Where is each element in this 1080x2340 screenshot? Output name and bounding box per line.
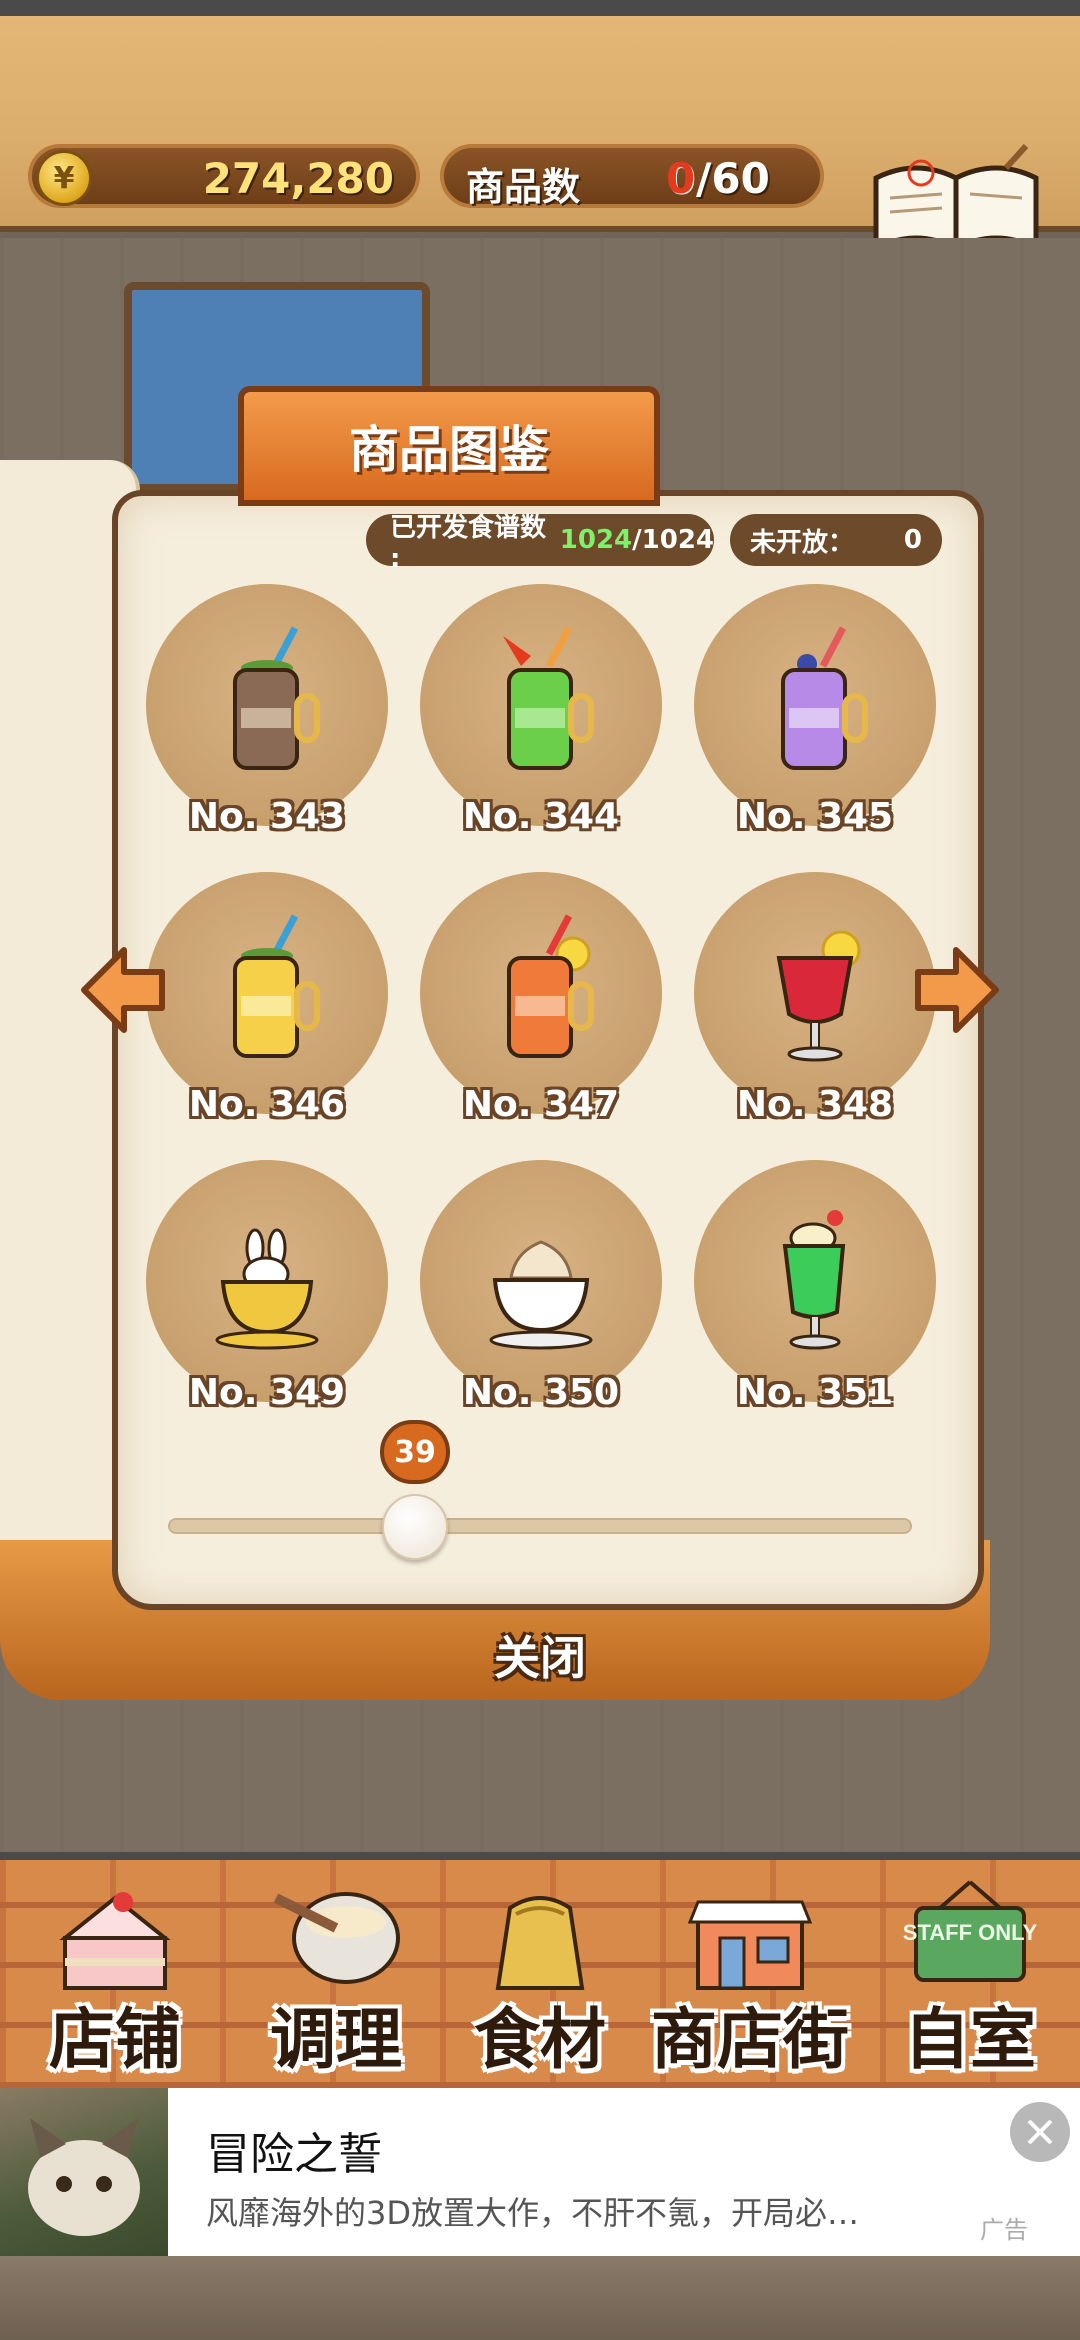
bottom-nav: 店铺 调理 食材 商店街 STAFF ONLY 自室 bbox=[0, 1852, 1080, 2088]
catalog-item[interactable]: No. 346 bbox=[146, 872, 388, 1125]
ad-thumbnail bbox=[0, 2088, 168, 2256]
staff-sign-text: STAFF ONLY bbox=[903, 1920, 1038, 1945]
yellow-soda-jar-icon bbox=[233, 914, 320, 1058]
catalog-item[interactable]: No. 350 bbox=[420, 1160, 662, 1413]
catalog-item[interactable]: No. 351 bbox=[694, 1160, 936, 1413]
item-number: No. 345 bbox=[736, 796, 894, 837]
mixing-bowl-icon bbox=[273, 1892, 400, 1984]
whipped-cream-coffee-cup-icon bbox=[489, 1240, 593, 1350]
brown-soda-jar-icon bbox=[233, 626, 320, 770]
ad-banner[interactable]: 冒险之誓 风靡海外的3D放置大作，不肝不氪，开局必… 广告 bbox=[0, 2088, 1080, 2256]
developed-value: 1024 bbox=[559, 525, 633, 555]
ad-tag: 广告 bbox=[980, 2216, 1028, 2244]
item-count-counter: 商品数 0 /60 bbox=[440, 144, 824, 209]
yen-coin-icon: ¥ bbox=[36, 150, 92, 206]
nav-item-cook[interactable]: 调理 bbox=[236, 1878, 436, 2088]
item-count-current: 0 bbox=[666, 154, 696, 203]
shop-street-icon bbox=[687, 1900, 813, 1990]
catalog-item[interactable]: No. 345 bbox=[694, 584, 936, 837]
purple-soda-jar-icon bbox=[781, 626, 868, 770]
arrow-left-icon bbox=[81, 947, 165, 1033]
catalog-item[interactable]: No. 343 bbox=[146, 584, 388, 837]
page-slider-thumb[interactable] bbox=[382, 1494, 448, 1560]
ad-close-button[interactable] bbox=[1010, 2102, 1070, 2162]
nav-label: 自室 bbox=[904, 2001, 1036, 2078]
catalog-item[interactable]: No. 349 bbox=[146, 1160, 388, 1413]
item-count-max: /60 bbox=[696, 154, 770, 203]
bottom-strip bbox=[0, 2256, 1080, 2340]
item-count-label: 商品数 bbox=[466, 165, 581, 209]
ad-title: 冒险之誓 bbox=[206, 2129, 382, 2180]
prev-page-button[interactable] bbox=[78, 942, 168, 1038]
nav-label: 商店街 bbox=[651, 2001, 849, 2078]
status-strip bbox=[0, 0, 1080, 16]
close-button[interactable]: 关闭 bbox=[440, 1620, 640, 1690]
nav-label: 食材 bbox=[474, 2001, 606, 2078]
red-cocktail-glass-icon bbox=[776, 930, 861, 1062]
item-number: No. 347 bbox=[462, 1084, 620, 1125]
nav-item-my-room[interactable]: STAFF ONLY 自室 bbox=[880, 1878, 1060, 2088]
arrow-right-icon bbox=[915, 947, 999, 1033]
catalog-item[interactable]: No. 344 bbox=[420, 584, 662, 837]
item-number: No. 349 bbox=[188, 1372, 346, 1413]
closed-value: 0 bbox=[903, 525, 922, 555]
melon-cream-soda-glass-icon bbox=[782, 1210, 846, 1350]
nav-label: 店铺 bbox=[49, 2001, 181, 2078]
item-number: No. 346 bbox=[188, 1084, 346, 1125]
item-number: No. 351 bbox=[736, 1372, 894, 1413]
page-slider-track[interactable] bbox=[168, 1518, 912, 1534]
money-value: 274,280 bbox=[202, 154, 394, 203]
item-number: No. 344 bbox=[462, 796, 620, 837]
item-number: No. 350 bbox=[462, 1372, 620, 1413]
ingredients-sack-icon bbox=[495, 1896, 585, 1990]
orange-soda-jar-icon bbox=[507, 914, 594, 1058]
item-number: No. 343 bbox=[188, 796, 346, 837]
developed-recipes-stat: 已开发食谱数 : 1024 /1024 bbox=[366, 513, 714, 574]
catalog-item[interactable]: No. 347 bbox=[420, 872, 662, 1125]
ad-description: 风靡海外的3D放置大作，不肝不氪，开局必… bbox=[206, 2194, 860, 2232]
bunny-latte-cup-icon bbox=[215, 1228, 319, 1350]
closed-label: 未开放： bbox=[750, 527, 855, 558]
nav-label: 调理 bbox=[270, 2001, 402, 2078]
green-soda-jar-icon bbox=[503, 626, 594, 770]
item-number: No. 348 bbox=[736, 1084, 894, 1125]
nav-item-shop[interactable]: 店铺 bbox=[30, 1878, 200, 2088]
cat-character-icon bbox=[28, 2118, 140, 2236]
staff-only-sign-icon: STAFF ONLY bbox=[903, 1880, 1038, 1982]
money-counter: ¥ 274,280 bbox=[28, 144, 420, 208]
next-page-button[interactable] bbox=[912, 942, 1002, 1038]
nav-item-shop-street[interactable]: 商店街 bbox=[640, 1878, 860, 2088]
closed-recipes-stat: 未开放： 0 bbox=[730, 514, 942, 566]
page-slider-value: 39 bbox=[380, 1420, 450, 1484]
cake-icon bbox=[59, 1892, 171, 1990]
developed-total: /1024 bbox=[632, 525, 714, 555]
close-icon bbox=[1027, 2119, 1053, 2145]
nav-item-ingredients[interactable]: 食材 bbox=[460, 1878, 620, 2088]
developed-label: 已开发食谱数 : bbox=[390, 512, 547, 574]
catalog-title: 商品图鉴 bbox=[238, 386, 660, 506]
catalog-item[interactable]: No. 348 bbox=[694, 872, 936, 1125]
